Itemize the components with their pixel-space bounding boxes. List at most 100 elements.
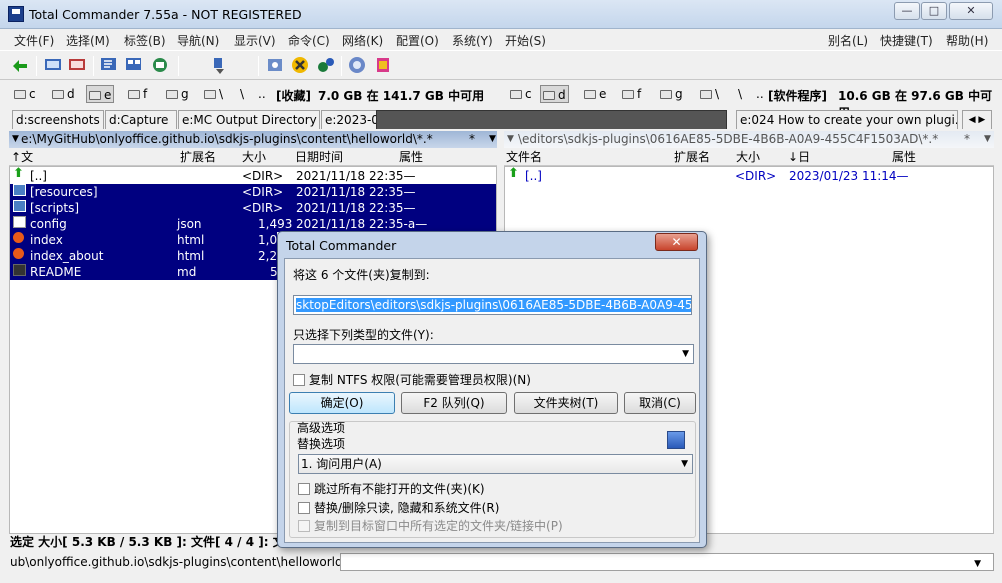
menu-select[interactable]: 选择(M) <box>66 32 110 49</box>
close-button[interactable]: ✕ <box>949 2 993 20</box>
ftp-icon[interactable] <box>315 55 337 75</box>
col-ext[interactable]: 扩展名 <box>180 149 216 166</box>
menu-navigate[interactable]: 导航(N) <box>177 32 219 49</box>
file-row-scripts[interactable]: [scripts] <DIR> 2021/11/18 22:35— <box>10 200 496 216</box>
dialog-close-button[interactable]: ✕ <box>655 233 698 251</box>
drive-d-button[interactable]: d <box>540 85 569 103</box>
col-name[interactable]: ↑文件名 <box>11 149 33 198</box>
file-row-up[interactable]: ⬆ [..] <DIR> 2021/11/18 22:35— <box>10 167 496 184</box>
pack-icon[interactable] <box>208 55 230 75</box>
tab-create-plugin[interactable]: e:024 How to create your own plugi... <box>736 110 958 129</box>
skip-unopenable-checkbox[interactable]: 跳过所有不能打开的文件(夹)(K) <box>298 480 485 497</box>
col-date[interactable]: 日期时间 <box>295 149 343 166</box>
tree-view-icon[interactable] <box>99 55 121 75</box>
right-filter-star[interactable]: * <box>964 131 970 148</box>
col-name[interactable]: 文件名 <box>506 149 542 166</box>
brief-view-icon[interactable] <box>43 55 65 75</box>
menu-system[interactable]: 系统(Y) <box>452 32 493 49</box>
minimize-button[interactable]: — <box>894 2 920 20</box>
drive-up-button[interactable]: .. <box>256 85 268 103</box>
menu-file[interactable]: 文件(F) <box>14 32 54 49</box>
drive-e-button[interactable]: e <box>582 85 608 103</box>
refresh-icon[interactable] <box>9 55 31 75</box>
checkbox-box[interactable] <box>293 374 305 386</box>
col-attr[interactable]: 属性 <box>399 149 423 166</box>
thumbnail-view-icon[interactable] <box>124 55 146 75</box>
file-filter-input[interactable]: ▼ <box>293 344 694 364</box>
col-date[interactable]: ↓日期时间 <box>788 149 810 215</box>
col-attr[interactable]: 属性 <box>892 149 916 166</box>
queue-button[interactable]: F2 队列(Q) <box>401 392 507 414</box>
menu-start[interactable]: 开始(S) <box>505 32 546 49</box>
notepad-icon[interactable] <box>373 55 395 75</box>
full-view-icon[interactable] <box>67 55 89 75</box>
menu-help[interactable]: 帮助(H) <box>946 32 988 49</box>
drive-d-button[interactable]: d <box>50 85 77 103</box>
html-file-icon <box>13 232 24 243</box>
copy-target-label: 将这 6 个文件(夹)复制到: <box>293 268 430 282</box>
col-ext[interactable]: 扩展名 <box>674 149 710 166</box>
drive-network-button[interactable]: \ <box>698 85 721 103</box>
history-dropdown-icon[interactable]: ▼ <box>507 131 514 148</box>
dialog-title-bar[interactable]: Total Commander ✕ <box>278 232 706 257</box>
file-row-readme[interactable]: README md 5 <box>10 264 278 280</box>
ok-button[interactable]: 确定(O) <box>289 392 395 414</box>
file-row-config[interactable]: config json 1,493 2021/11/18 22:35-a— <box>10 216 496 232</box>
cancel-button[interactable]: 取消(C) <box>624 392 696 414</box>
col-size[interactable]: 大小 <box>736 149 760 166</box>
tab-2023-01[interactable]: e:2023-01 <box>321 110 377 129</box>
drive-network-button[interactable]: \ <box>202 85 225 103</box>
unpack-icon[interactable] <box>265 55 287 75</box>
menu-commands[interactable]: 命令(C) <box>288 32 330 49</box>
tab-capture[interactable]: d:Capture <box>105 110 177 129</box>
drive-g-button[interactable]: g <box>164 85 191 103</box>
replace-options-select[interactable]: 1. 询问用户(A) ▼ <box>298 454 693 474</box>
chevron-down-icon[interactable]: ▼ <box>681 455 688 473</box>
drive-c-button[interactable]: c <box>508 85 534 103</box>
chevron-down-icon[interactable]: ▼ <box>974 554 981 574</box>
drive-root-button[interactable]: \ <box>736 85 744 103</box>
file-row-up[interactable]: ⬆ [..] <DIR> 2023/01/23 11:14— <box>505 167 993 184</box>
menu-hotkeys[interactable]: 快捷键(T) <box>880 32 933 49</box>
drive-f-button[interactable]: f <box>620 85 643 103</box>
drive-e-button[interactable]: e <box>86 85 115 103</box>
drive-f-button[interactable]: f <box>126 85 149 103</box>
menu-tabs[interactable]: 标签(B) <box>124 32 166 49</box>
folder-tree-button[interactable]: 文件夹树(T) <box>514 392 618 414</box>
checkbox-box[interactable] <box>298 502 310 514</box>
selection-status: 选定 大小[ 5.3 KB / 5.3 KB ]: 文件[ 4 / 4 ]: 文… <box>10 535 297 549</box>
left-path-bar[interactable]: ▼ e:\MyGitHub\onlyoffice.github.io\sdkjs… <box>9 131 497 148</box>
menu-config[interactable]: 配置(O) <box>396 32 439 49</box>
maximize-button[interactable]: □ <box>921 2 947 20</box>
col-size[interactable]: 大小 <box>242 149 266 166</box>
drive-c-button[interactable]: c <box>12 85 38 103</box>
menu-view[interactable]: 显示(V) <box>234 32 276 49</box>
right-filter-dropdown-icon[interactable]: ▼ <box>984 131 991 148</box>
history-dropdown-icon[interactable]: ▼ <box>12 131 19 148</box>
tab-scroll-arrows[interactable]: ◀ ▶ <box>962 110 992 129</box>
checkbox-box[interactable] <box>298 483 310 495</box>
tab-mc-output[interactable]: e:MC Output Directory <box>178 110 320 129</box>
left-filter-star[interactable]: * <box>469 131 475 148</box>
replace-readonly-checkbox[interactable]: 替换/删除只读, 隐藏和系统文件(R) <box>298 499 499 516</box>
file-row-index[interactable]: index html 1,0 <box>10 232 277 248</box>
ntfs-permissions-checkbox[interactable]: 复制 NTFS 权限(可能需要管理员权限)(N) <box>293 371 531 388</box>
file-row-resources[interactable]: [resources] <DIR> 2021/11/18 22:35— <box>10 184 496 200</box>
tab-blurred[interactable] <box>376 110 727 129</box>
file-row-index-about[interactable]: index_about html 2,2 <box>10 248 277 264</box>
menu-network[interactable]: 网络(K) <box>342 32 383 49</box>
drive-root-button[interactable]: \ <box>238 85 246 103</box>
pin-icon[interactable] <box>667 431 685 449</box>
chevron-down-icon[interactable]: ▼ <box>682 345 689 363</box>
menu-alias[interactable]: 别名(L) <box>828 32 868 49</box>
command-input[interactable]: ▼ <box>340 553 994 571</box>
copy-target-input[interactable]: sktopEditors\editors\sdkjs-plugins\0616A… <box>293 295 692 315</box>
multi-rename-icon[interactable] <box>347 55 369 75</box>
invert-selection-icon[interactable] <box>150 55 172 75</box>
left-filter-dropdown-icon[interactable]: ▼ <box>489 131 496 148</box>
right-path-bar[interactable]: ▼ \editors\sdkjs-plugins\0616AE85-5DBE-4… <box>504 131 994 148</box>
find-icon[interactable] <box>290 55 312 75</box>
tab-screenshots[interactable]: d:screenshots <box>12 110 104 129</box>
drive-g-button[interactable]: g <box>658 85 685 103</box>
drive-up-button[interactable]: .. <box>754 85 766 103</box>
